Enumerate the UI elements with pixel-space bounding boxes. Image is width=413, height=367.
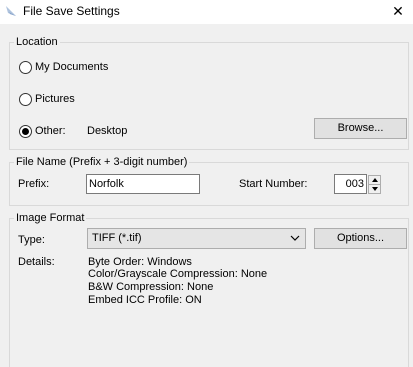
close-icon[interactable]: ✕ xyxy=(388,2,408,20)
detail-bw-compression: B&W Compression: None xyxy=(88,281,214,293)
prefix-label: Prefix: xyxy=(18,178,50,190)
spin-down-arrow-icon xyxy=(372,187,378,191)
start-number-input[interactable]: 003 xyxy=(334,174,367,194)
type-dropdown[interactable]: TIFF (*.tif) xyxy=(87,228,306,249)
spin-up-arrow-icon xyxy=(372,178,378,182)
detail-byte-order: Byte Order: Windows xyxy=(88,256,192,268)
chevron-down-icon xyxy=(290,235,300,241)
scanner-app-icon xyxy=(6,6,16,16)
detail-color-compression: Color/Grayscale Compression: None xyxy=(88,268,268,280)
browse-button[interactable]: Browse... xyxy=(314,118,407,139)
radio-other-label[interactable]: Other: xyxy=(35,125,66,138)
prefix-input[interactable]: Norfolk xyxy=(86,174,200,194)
details-label: Details: xyxy=(18,256,55,268)
location-group-label: Location xyxy=(14,36,60,48)
window-title: File Save Settings xyxy=(23,4,120,18)
type-label: Type: xyxy=(18,234,45,246)
radio-pictures[interactable] xyxy=(19,93,32,106)
start-number-decrement[interactable] xyxy=(368,184,381,194)
other-path-text: Desktop xyxy=(87,125,128,137)
radio-other[interactable] xyxy=(19,125,32,138)
radio-my-documents-label[interactable]: My Documents xyxy=(35,61,108,74)
start-number-label: Start Number: xyxy=(239,178,308,190)
options-button[interactable]: Options... xyxy=(314,228,407,249)
radio-my-documents[interactable] xyxy=(19,61,32,74)
type-dropdown-value: TIFF (*.tif) xyxy=(92,232,142,244)
image-format-group-label: Image Format xyxy=(14,212,87,224)
title-bar: File Save Settings ✕ xyxy=(0,0,413,24)
detail-icc-profile: Embed ICC Profile: ON xyxy=(88,294,202,306)
file-name-group-label: File Name (Prefix + 3-digit number) xyxy=(14,156,190,168)
radio-pictures-label[interactable]: Pictures xyxy=(35,93,75,106)
